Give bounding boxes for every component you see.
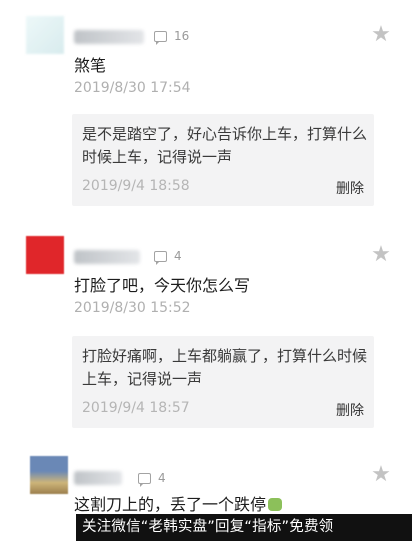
emoji-icon — [268, 498, 283, 511]
avatar[interactable] — [26, 236, 64, 274]
comment-bubble-icon — [154, 30, 167, 45]
reply-count[interactable]: 4 — [138, 471, 166, 487]
reply-count[interactable]: 16 — [154, 29, 190, 45]
comment-text-value: 这割刀上的，丢了一个跌停 — [74, 495, 267, 514]
reply-box: 打脸好痛啊，上车都躺赢了，打算什么时候上车，记得说一声 2019/9/4 18:… — [72, 336, 374, 428]
reply-text: 打脸好痛啊，上车都躺赢了，打算什么时候上车，记得说一声 — [82, 347, 368, 388]
comment-time: 2019/8/30 17:54 — [74, 80, 191, 96]
reply-text: 是不是踏空了，好心告诉你上车，打算什么时候上车，记得说一声 — [82, 125, 368, 166]
avatar[interactable] — [30, 456, 68, 494]
comment-text: 这割刀上的，丢了一个跌停 — [74, 491, 283, 515]
reply-time: 2019/9/4 18:58 — [82, 178, 190, 194]
reply-time: 2019/9/4 18:57 — [82, 400, 190, 416]
avatar[interactable] — [26, 16, 64, 54]
reply-count-value: 4 — [158, 471, 166, 485]
username-blurred[interactable] — [74, 250, 140, 264]
reply-box: 是不是踏空了，好心告诉你上车，打算什么时候上车，记得说一声 2019/9/4 1… — [72, 114, 374, 206]
star-icon[interactable]: ★ — [368, 22, 394, 48]
star-icon[interactable]: ★ — [368, 242, 394, 268]
reply-count[interactable]: 4 — [154, 249, 182, 265]
comment-text: 打脸了吧，今天你怎么写 — [74, 276, 251, 295]
reply-count-value: 4 — [174, 249, 182, 263]
username-blurred[interactable] — [74, 30, 144, 44]
reply-count-value: 16 — [174, 29, 190, 43]
watermark-banner: 关注微信“老韩实盘”回复“指标”免费领 — [76, 514, 412, 541]
delete-button[interactable]: 删除 — [336, 400, 364, 420]
username-blurred[interactable] — [74, 471, 122, 485]
comment-time: 2019/8/30 15:52 — [74, 300, 191, 316]
comment-bubble-icon — [154, 250, 167, 265]
comment-bubble-icon — [138, 472, 151, 487]
delete-button[interactable]: 删除 — [336, 178, 364, 198]
star-icon[interactable]: ★ — [368, 462, 394, 488]
comment-text: 煞笔 — [74, 56, 107, 75]
